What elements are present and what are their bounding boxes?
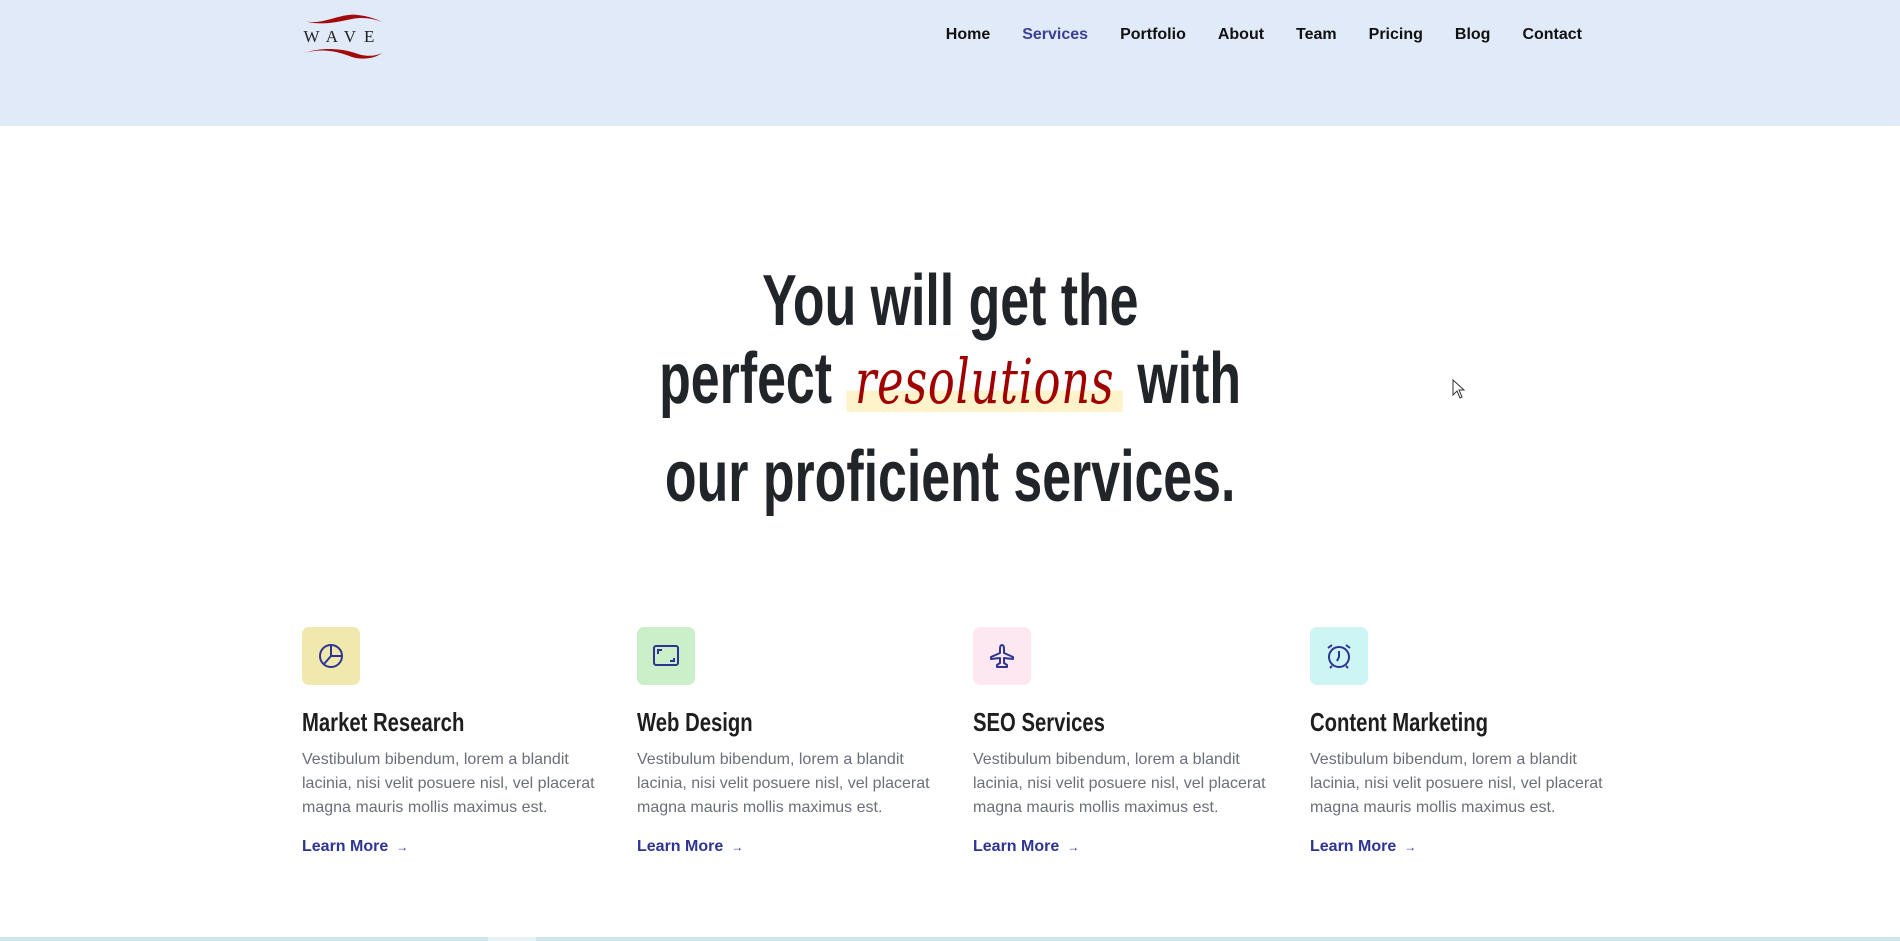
arrow-right-icon: → bbox=[1067, 840, 1080, 854]
hero-line-3: our proficient services. bbox=[664, 437, 1236, 517]
service-description: Vestibulum bibendum, lorem a blandit lac… bbox=[973, 751, 1266, 816]
service-description: Vestibulum bibendum, lorem a blandit lac… bbox=[1310, 751, 1603, 816]
alarm-clock-icon bbox=[1310, 627, 1368, 685]
logo-text: WAVE bbox=[303, 27, 383, 46]
learn-more-link[interactable]: Learn More → bbox=[637, 838, 743, 856]
arrow-right-icon: → bbox=[1404, 840, 1417, 854]
hero-line-2: perfect resolutions with bbox=[659, 340, 1241, 421]
hero-word-with: with bbox=[1137, 339, 1241, 419]
service-title: Content Marketing bbox=[1310, 707, 1489, 737]
nav-home[interactable]: Home bbox=[946, 26, 990, 44]
logo[interactable]: WAVE bbox=[302, 12, 384, 62]
service-card-market-research: Market Research Vestibulum bibendum, lor… bbox=[302, 627, 602, 856]
service-card-web-design: Web Design Vestibulum bibendum, lorem a … bbox=[637, 627, 937, 856]
learn-more-link[interactable]: Learn More → bbox=[973, 838, 1079, 856]
hero-line-1: You will get the bbox=[761, 261, 1139, 341]
learn-more-label: Learn More bbox=[973, 838, 1060, 855]
learn-more-label: Learn More bbox=[302, 838, 389, 855]
pie-chart-icon bbox=[302, 627, 360, 685]
service-card-seo-services: SEO Services Vestibulum bibendum, lorem … bbox=[973, 627, 1273, 856]
mouse-cursor-icon bbox=[1452, 379, 1466, 399]
hero-highlight: resolutions bbox=[846, 345, 1123, 418]
main-nav: Home Services Portfolio About Team Prici… bbox=[946, 26, 1582, 44]
learn-more-link[interactable]: Learn More → bbox=[302, 838, 408, 856]
airplane-icon bbox=[973, 627, 1031, 685]
site-header: WAVE Home Services Portfolio About Team … bbox=[0, 0, 1900, 126]
frame-icon bbox=[637, 627, 695, 685]
nav-blog[interactable]: Blog bbox=[1455, 26, 1491, 44]
learn-more-label: Learn More bbox=[1310, 838, 1397, 855]
nav-pricing[interactable]: Pricing bbox=[1369, 26, 1423, 44]
hero-word-perfect: perfect bbox=[659, 339, 832, 419]
hero-heading: You will get the perfect resolutions wit… bbox=[0, 262, 1900, 516]
arrow-right-icon: → bbox=[731, 840, 744, 854]
service-title: Web Design bbox=[637, 707, 753, 737]
service-title: SEO Services bbox=[973, 707, 1105, 737]
learn-more-link[interactable]: Learn More → bbox=[1310, 838, 1416, 856]
service-description: Vestibulum bibendum, lorem a blandit lac… bbox=[637, 751, 930, 816]
nav-about[interactable]: About bbox=[1218, 26, 1264, 44]
learn-more-label: Learn More bbox=[637, 838, 724, 855]
nav-services[interactable]: Services bbox=[1022, 26, 1088, 44]
nav-team[interactable]: Team bbox=[1296, 26, 1337, 44]
next-section-edge bbox=[0, 937, 1900, 941]
service-description: Vestibulum bibendum, lorem a blandit lac… bbox=[302, 751, 595, 816]
service-title: Market Research bbox=[302, 707, 465, 737]
nav-portfolio[interactable]: Portfolio bbox=[1120, 26, 1186, 44]
nav-contact[interactable]: Contact bbox=[1522, 26, 1582, 44]
arrow-right-icon: → bbox=[396, 840, 409, 854]
service-card-content-marketing: Content Marketing Vestibulum bibendum, l… bbox=[1310, 627, 1610, 856]
